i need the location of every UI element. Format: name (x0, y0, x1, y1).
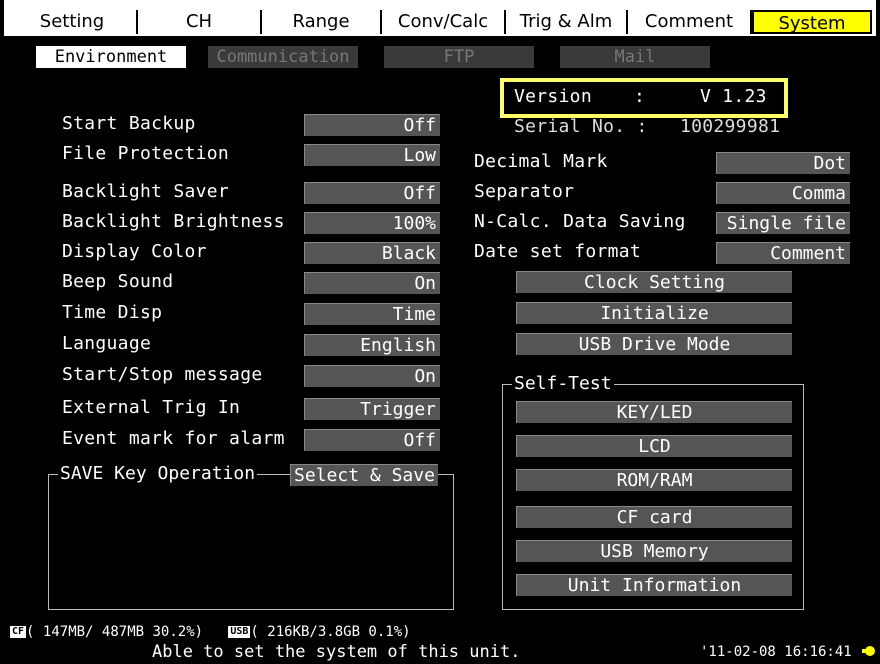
rom-ram-test-button[interactable]: ROM/RAM (516, 469, 792, 491)
event-mark-alarm-value[interactable]: Off (304, 429, 440, 451)
n-calc-data-saving-label: N-Calc. Data Saving (474, 211, 686, 232)
start-backup-value[interactable]: Off (304, 114, 440, 136)
separator-label: Separator (474, 181, 575, 202)
external-trig-in-value[interactable]: Trigger (304, 398, 440, 420)
time-disp-value[interactable]: Time (304, 303, 440, 325)
language-label: Language (62, 333, 152, 354)
beep-sound-label: Beep Sound (62, 271, 174, 292)
tab-range[interactable]: Range (262, 10, 382, 34)
date-set-format-value[interactable]: Comment (716, 242, 850, 264)
backlight-saver-label: Backlight Saver (62, 181, 230, 202)
save-key-frame (48, 474, 454, 610)
beep-sound-value[interactable]: On (304, 272, 440, 294)
cf-card-icon: CF (10, 626, 27, 638)
tab-setting[interactable]: Setting (8, 10, 138, 34)
help-message: Able to set the system of this unit. (152, 642, 521, 662)
external-trig-in-label: External Trig In (62, 397, 241, 418)
save-key-label: SAVE Key Operation (58, 463, 258, 485)
usb-icon: USB (228, 626, 251, 638)
backlight-saver-value[interactable]: Off (304, 182, 440, 204)
version-value: V 1.23 (700, 86, 767, 107)
storage-status: CF( 147MB/ 487MB 30.2%) USB( 216KB/3.8GB… (10, 624, 411, 640)
tab-trig-alm[interactable]: Trig & Alm (506, 10, 628, 34)
usb-memory-test-button[interactable]: USB Memory (516, 540, 792, 562)
self-test-label: Self-Test (512, 373, 614, 395)
save-key-value[interactable]: Select & Save (290, 464, 438, 486)
cf-usage-text: ( 147MB/ 487MB 30.2%) (26, 624, 204, 640)
subtab-ftp[interactable]: FTP (384, 46, 534, 68)
lcd-test-button[interactable]: LCD (516, 435, 792, 457)
key-led-test-button[interactable]: KEY/LED (516, 401, 792, 423)
decimal-mark-label: Decimal Mark (474, 151, 608, 172)
event-mark-alarm-label: Event mark for alarm (62, 428, 285, 449)
date-set-format-label: Date set format (474, 241, 642, 262)
usb-drive-mode-button[interactable]: USB Drive Mode (516, 333, 792, 355)
language-value[interactable]: English (304, 334, 440, 356)
tab-system[interactable]: System (752, 10, 872, 34)
backlight-brightness-value[interactable]: 100% (304, 212, 440, 234)
datetime-display: '11-02-08 16:16:41 (700, 644, 852, 660)
display-color-label: Display Color (62, 241, 207, 262)
file-protection-value[interactable]: Low (304, 144, 440, 166)
status-bar: CF( 147MB/ 487MB 30.2%) USB( 216KB/3.8GB… (0, 620, 880, 664)
tab-ch[interactable]: CH (138, 10, 262, 34)
subtab-mail[interactable]: Mail (560, 46, 710, 68)
initialize-button[interactable]: Initialize (516, 302, 792, 324)
subtab-environment[interactable]: Environment (36, 46, 186, 68)
tab-comment[interactable]: Comment (628, 10, 752, 34)
top-tab-bar: Setting CH Range Conv/Calc Trig & Alm Co… (4, 0, 876, 36)
backlight-brightness-label: Backlight Brightness (62, 211, 285, 232)
subtab-communication[interactable]: Communication (208, 46, 358, 68)
tab-conv-calc[interactable]: Conv/Calc (382, 10, 506, 34)
time-disp-label: Time Disp (62, 302, 163, 323)
decimal-mark-value[interactable]: Dot (716, 152, 850, 174)
clock-setting-button[interactable]: Clock Setting (516, 271, 792, 293)
unit-information-button[interactable]: Unit Information (516, 574, 792, 596)
version-separator: : (634, 86, 646, 107)
separator-value[interactable]: Comma (716, 182, 850, 204)
serial-label: Serial No. : (514, 116, 648, 137)
file-protection-label: File Protection (62, 143, 230, 164)
start-stop-message-label: Start/Stop message (62, 364, 263, 385)
usb-usage-text: ( 216KB/3.8GB 0.1%) (250, 624, 411, 640)
power-status-icon (862, 642, 876, 658)
version-label: Version (514, 86, 592, 107)
n-calc-data-saving-value[interactable]: Single file (716, 212, 850, 234)
serial-value: 100299981 (680, 116, 781, 137)
start-backup-label: Start Backup (62, 113, 196, 134)
cf-card-test-button[interactable]: CF card (516, 506, 792, 528)
display-color-value[interactable]: Black (304, 242, 440, 264)
start-stop-message-value[interactable]: On (304, 365, 440, 387)
